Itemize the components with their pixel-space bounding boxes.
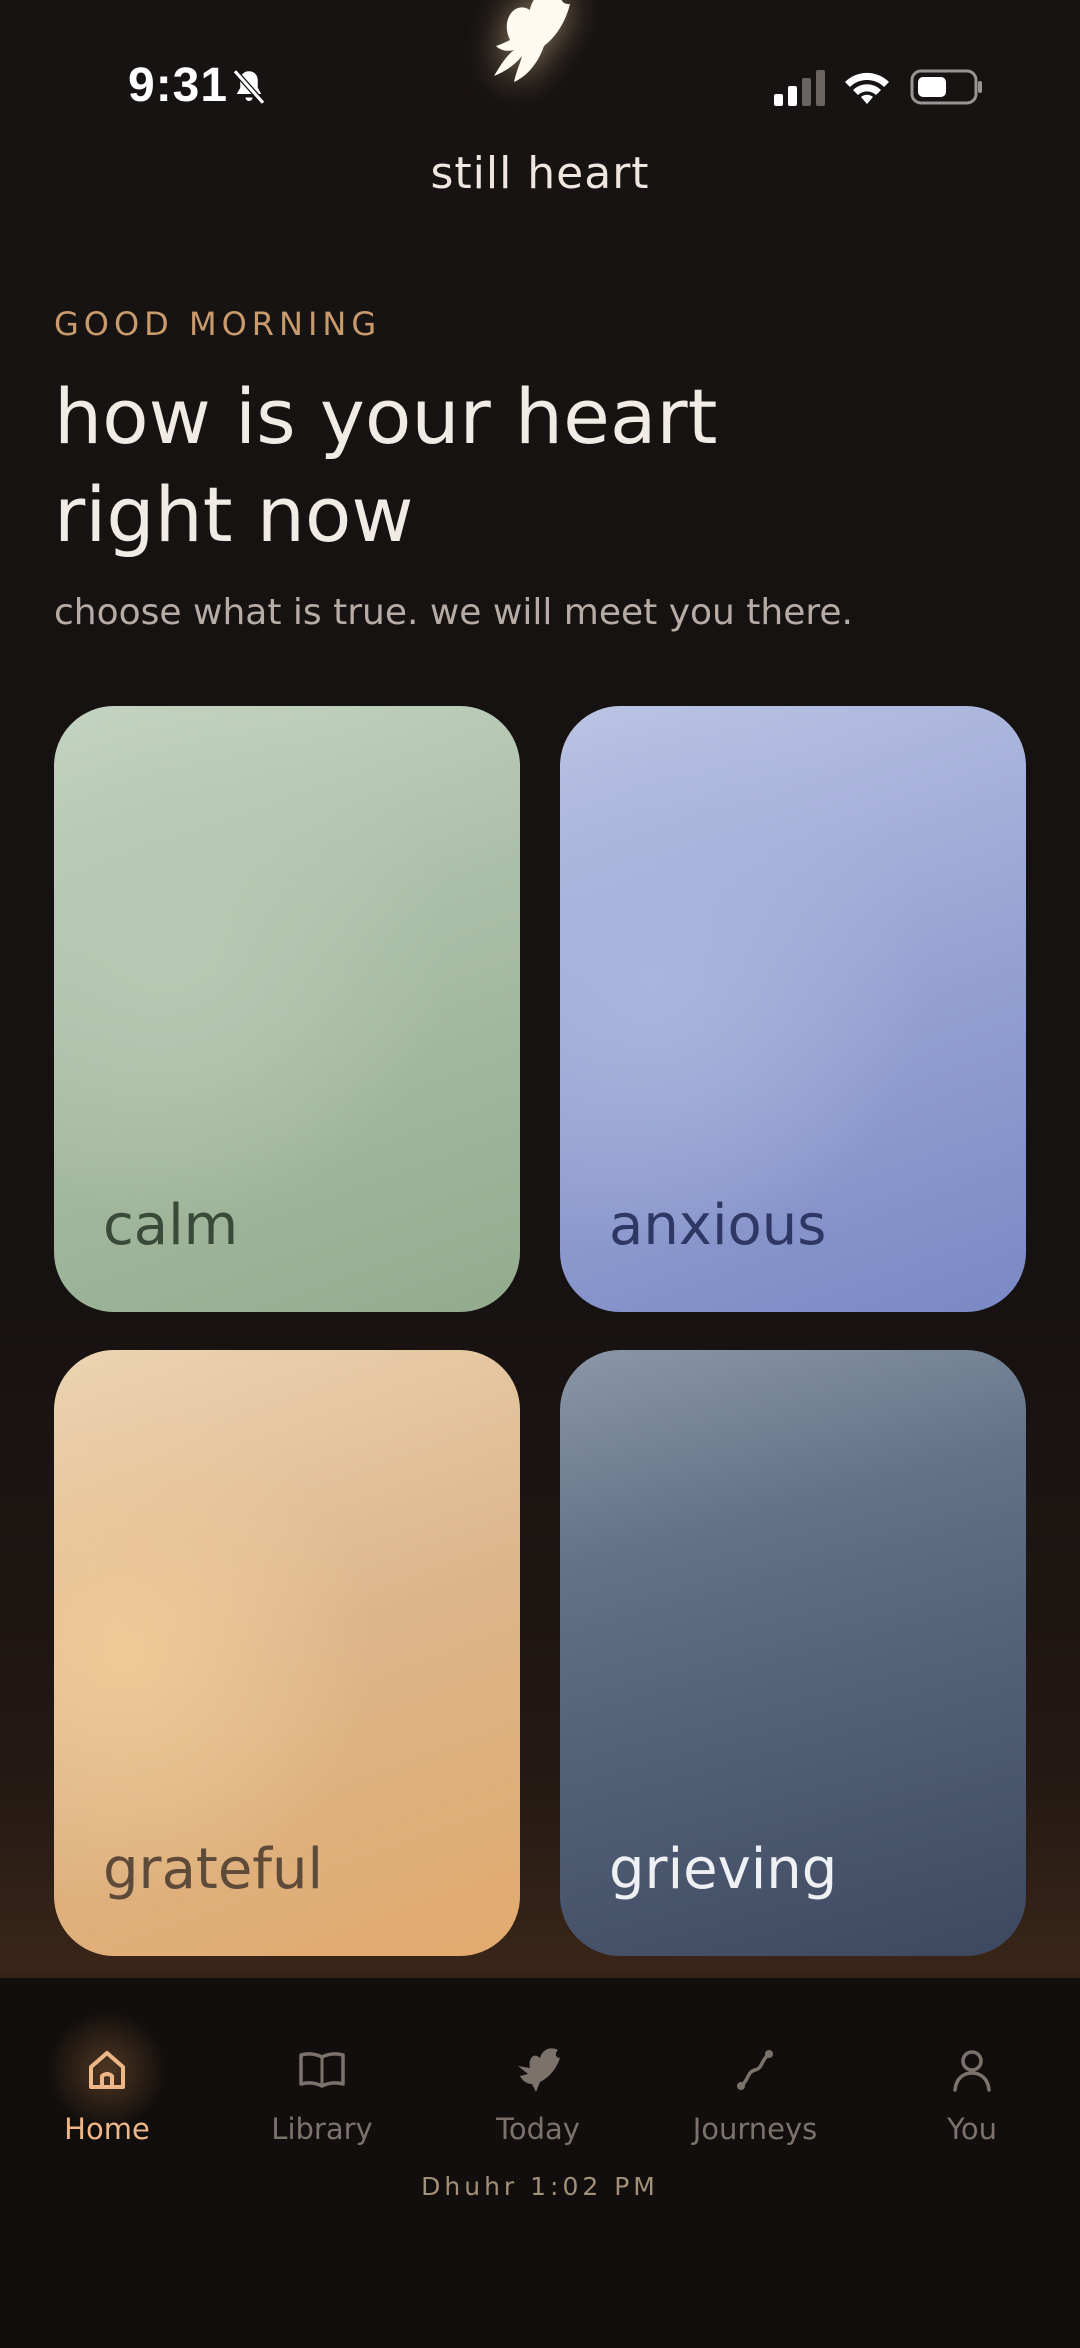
mood-label: anxious [609, 1193, 827, 1258]
path-icon [737, 2050, 773, 2090]
greeting-subline: choose what is true. we will meet you th… [54, 592, 853, 633]
nav-label-you: You [947, 2112, 997, 2146]
page-title: how is your heart right now [54, 368, 954, 564]
nav-item-you[interactable]: You [872, 2008, 1072, 2148]
nav-item-library[interactable]: Library [222, 2008, 422, 2148]
signal-icon [774, 70, 825, 106]
home-screen: 9:31 still heart GOOD MORNING how is you… [0, 0, 1080, 2348]
mood-label: grateful [103, 1837, 324, 1902]
dove-icon [494, 0, 570, 82]
brand-name: still heart [430, 148, 650, 199]
bottom-nav: Home Library Today Journeys You [0, 1978, 1080, 2348]
nav-label-journeys: Journeys [692, 2112, 818, 2146]
mood-card-calm[interactable]: calm [54, 706, 520, 1312]
nav-label-library: Library [271, 2112, 373, 2146]
mood-label: grieving [609, 1837, 838, 1902]
wifi-icon [845, 72, 889, 104]
mood-card-grateful[interactable]: grateful [54, 1350, 520, 1956]
home-icon [89, 2051, 125, 2089]
greeting-eyebrow: GOOD MORNING [54, 305, 382, 343]
nav-item-home[interactable]: Home [7, 2008, 207, 2148]
battery-icon [910, 69, 982, 105]
dove-icon [518, 2048, 560, 2092]
person-icon [953, 2050, 991, 2092]
nav-item-journeys[interactable]: Journeys [655, 2008, 855, 2148]
nav-item-today[interactable]: Today [438, 2008, 638, 2148]
headline-line-2: right now [54, 470, 414, 559]
mood-card-grieving[interactable]: grieving [560, 1350, 1026, 1956]
mood-label: calm [103, 1193, 239, 1258]
nav-label-today: Today [496, 2112, 580, 2146]
bell-slash-icon [232, 69, 266, 105]
status-time: 9:31 [128, 59, 229, 112]
book-icon [299, 2052, 345, 2088]
nav-label-home: Home [64, 2112, 150, 2146]
prayer-time: Dhuhr 1:02 PM [421, 2172, 659, 2201]
mood-card-anxious[interactable]: anxious [560, 706, 1026, 1312]
headline-line-1: how is your heart [54, 372, 718, 461]
